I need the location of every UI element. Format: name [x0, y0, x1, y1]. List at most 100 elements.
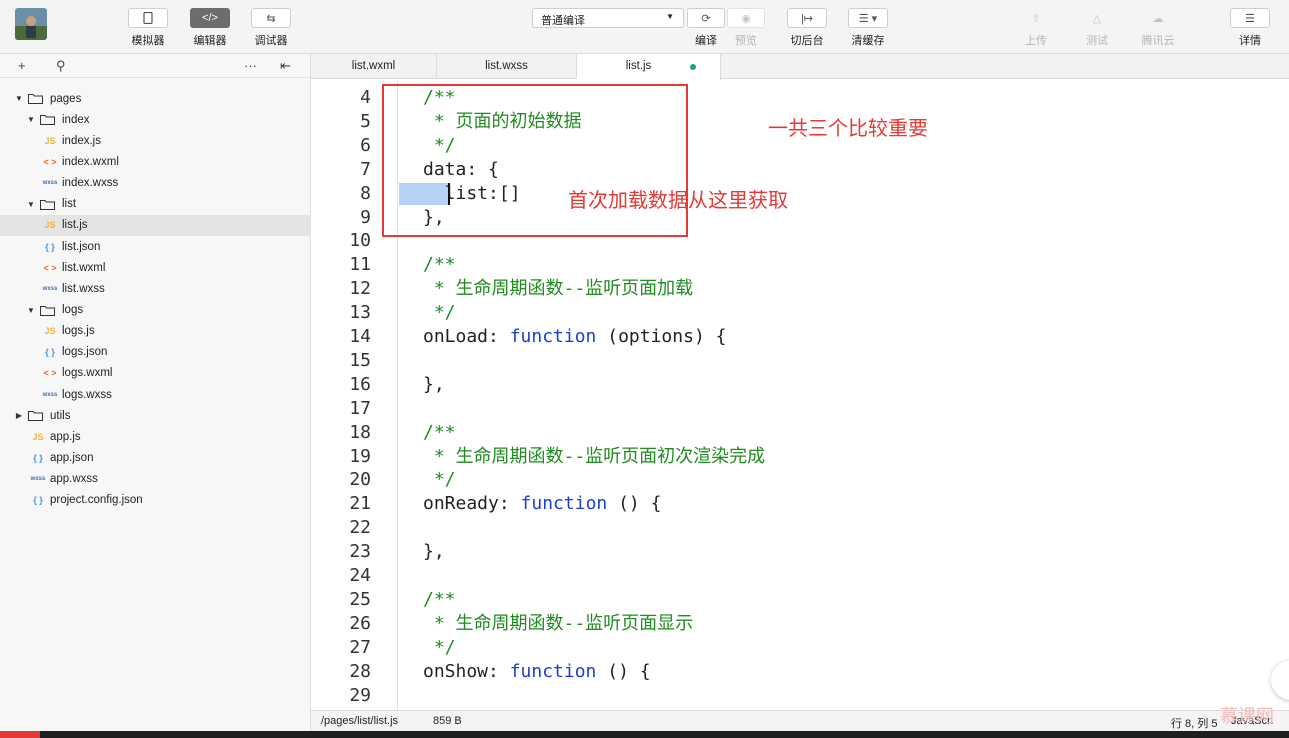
background-button[interactable]: |↦ 切后台: [786, 8, 828, 48]
editor-label: 编辑器: [193, 35, 227, 47]
file-item[interactable]: { } logs.json: [0, 342, 311, 363]
keyword-token: function: [520, 493, 608, 515]
file-item[interactable]: JS index.js: [0, 130, 311, 151]
tab-label: list.wxml: [351, 60, 396, 72]
folder-item[interactable]: ▼ index: [0, 109, 311, 130]
more-icon[interactable]: ···: [244, 58, 257, 73]
code-line: 11 /**: [311, 253, 1289, 277]
expand-arrow-icon[interactable]: ▼: [26, 115, 36, 124]
tree-item-label: project.config.json: [50, 494, 143, 507]
line-number: 26: [349, 612, 371, 634]
progress-fill: [0, 731, 40, 738]
compile-button[interactable]: ⟳ 编译: [686, 8, 726, 48]
cloud-icon: ☁: [1152, 12, 1164, 25]
upload-icon: ⇧: [1031, 12, 1041, 25]
code-text: onReady: function () {: [423, 493, 662, 515]
code-text: },: [423, 373, 445, 395]
folder-item[interactable]: ▼ logs: [0, 300, 311, 321]
annotation-highlight-box: [382, 84, 688, 237]
js-file-icon: JS: [44, 326, 56, 337]
file-item[interactable]: JS list.js: [0, 214, 311, 236]
switch-background-icon: |↦: [787, 8, 827, 28]
code-line: 25 /**: [311, 588, 1289, 612]
editor-button[interactable]: </> 编辑器: [189, 8, 231, 48]
simulator-button[interactable]: 模拟器: [127, 8, 169, 48]
file-item[interactable]: wxss app.wxss: [0, 469, 311, 490]
flask-icon: △: [1092, 12, 1102, 25]
layers-icon: ☰ ▾: [848, 8, 888, 28]
file-item[interactable]: { } project.config.json: [0, 490, 311, 511]
code-text: * 生命周期函数--监听页面初次渲染完成: [423, 445, 766, 467]
code-line: 19 * 生命周期函数--监听页面初次渲染完成: [311, 445, 1289, 469]
js-file-icon: JS: [44, 135, 56, 146]
search-icon[interactable]: ⚲: [56, 58, 66, 74]
code-line: 22: [311, 516, 1289, 540]
details-button[interactable]: ☰ 详情: [1229, 8, 1271, 48]
debug-icon: ⇆: [251, 8, 291, 28]
file-item[interactable]: wxss list.wxss: [0, 278, 311, 299]
file-item[interactable]: { } list.json: [0, 236, 311, 257]
code-text: */: [423, 469, 456, 491]
code-text: /**: [423, 254, 456, 276]
folder-item[interactable]: ▼ list: [0, 194, 311, 215]
details-label: 详情: [1239, 35, 1261, 47]
expand-arrow-icon[interactable]: ▼: [14, 94, 24, 103]
tree-item-label: utils: [50, 409, 71, 422]
line-number: 9: [360, 206, 371, 228]
tree-item-label: list.wxss: [62, 282, 105, 295]
collapse-arrow-icon[interactable]: ▶: [14, 411, 24, 420]
folder-item[interactable]: ▼ pages: [0, 88, 311, 109]
keyword-token: function: [509, 326, 597, 347]
code-line: 29: [311, 684, 1289, 708]
tab-label: list.wxss: [485, 60, 528, 72]
wxss-file-icon: wxss: [42, 391, 58, 398]
line-number: 28: [349, 660, 371, 682]
file-item[interactable]: < > index.wxml: [0, 151, 311, 172]
clear-cache-button[interactable]: ☰ ▾ 清缓存: [847, 8, 889, 48]
file-item[interactable]: { } app.json: [0, 448, 311, 469]
code-line: 28 onShow: function () {: [311, 660, 1289, 684]
tree-item-label: pages: [50, 92, 82, 105]
background-label: 切后台: [790, 35, 824, 47]
line-number: 15: [349, 349, 371, 371]
json-file-icon: { }: [33, 495, 43, 506]
line-number: 19: [349, 445, 371, 467]
file-item[interactable]: < > list.wxml: [0, 257, 311, 278]
add-icon[interactable]: +: [18, 58, 26, 73]
tree-item-label: list.wxml: [62, 261, 106, 274]
code-icon: </>: [190, 8, 230, 28]
json-file-icon: { }: [45, 347, 55, 358]
chevron-down-icon: ▼: [666, 12, 674, 21]
compile-mode-select[interactable]: 普通编译 ▼: [532, 8, 684, 28]
file-item[interactable]: wxss index.wxss: [0, 173, 311, 194]
menu-icon: ☰: [1230, 8, 1270, 28]
file-item[interactable]: < > logs.wxml: [0, 363, 311, 384]
eye-icon: ◉: [727, 8, 765, 28]
expand-arrow-icon[interactable]: ▼: [26, 306, 36, 315]
debugger-button[interactable]: ⇆ 调试器: [250, 8, 292, 48]
file-item[interactable]: JS app.js: [0, 426, 311, 447]
tencent-cloud-button[interactable]: ☁ 腾讯云: [1136, 8, 1180, 48]
collapse-panel-icon[interactable]: ⇤: [280, 58, 291, 74]
expand-arrow-icon[interactable]: ▼: [26, 200, 36, 209]
tab-list-wxml[interactable]: list.wxml: [311, 54, 437, 79]
test-button[interactable]: △ 测试: [1076, 8, 1118, 48]
line-number: 22: [349, 517, 371, 539]
tab-list-js[interactable]: list.js: [577, 54, 721, 80]
tree-item-label: index: [62, 113, 90, 126]
avatar[interactable]: [15, 8, 47, 40]
tencent-cloud-label: 腾讯云: [1141, 35, 1175, 47]
tab-list-wxss[interactable]: list.wxss: [437, 54, 577, 79]
file-item[interactable]: wxss logs.wxss: [0, 384, 311, 405]
folder-item[interactable]: ▶ utils: [0, 405, 311, 426]
tab-label: list.js: [625, 60, 652, 72]
upload-button[interactable]: ⇧ 上传: [1015, 8, 1057, 48]
code-text: /**: [423, 588, 456, 610]
file-item[interactable]: JS logs.js: [0, 321, 311, 342]
cursor-position: 行 8, 列 5: [1171, 718, 1218, 730]
code-line: 17: [311, 397, 1289, 421]
phone-icon: [128, 8, 168, 28]
preview-button[interactable]: ◉ 预览: [726, 8, 766, 48]
wxss-file-icon: wxss: [30, 476, 46, 483]
test-label: 测试: [1086, 35, 1108, 47]
